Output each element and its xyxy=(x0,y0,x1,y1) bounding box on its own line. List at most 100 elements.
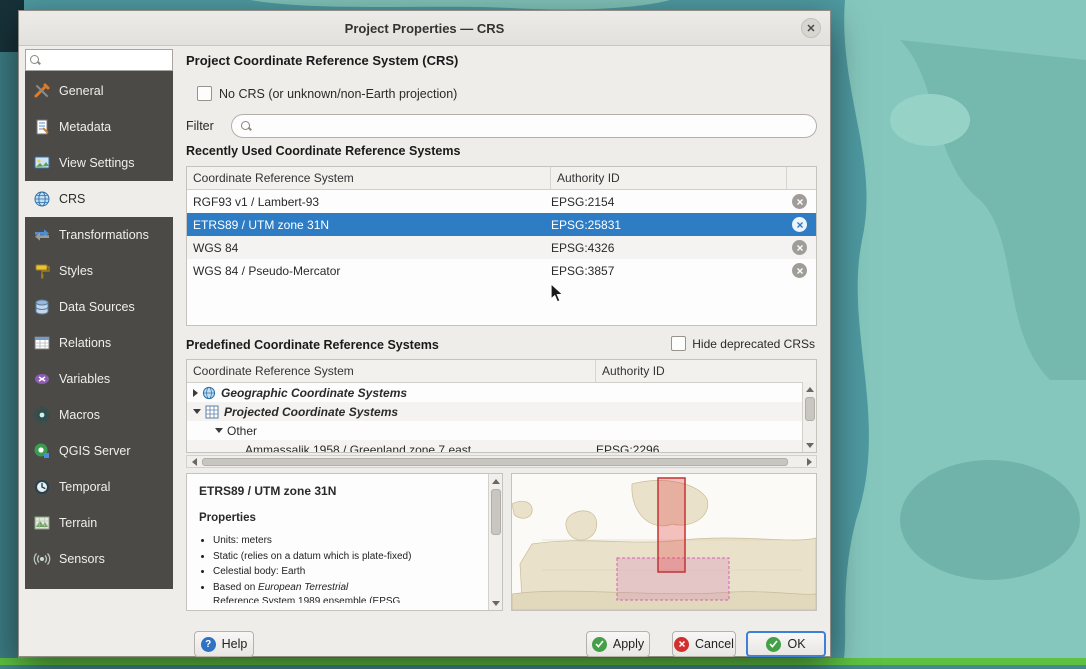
crs-authority: EPSG:25831 xyxy=(551,218,787,232)
close-icon[interactable]: ✕ xyxy=(801,18,821,38)
sidebar-search-box[interactable] xyxy=(25,49,173,71)
sidebar-item-relations[interactable]: Relations xyxy=(25,325,173,361)
sidebar-item-view-settings[interactable]: View Settings xyxy=(25,145,173,181)
recent-crs-row[interactable]: WGS 84 EPSG:4326 xyxy=(187,236,816,259)
check-icon xyxy=(592,637,607,652)
tree-row-crs-entry[interactable]: Ammassalik 1958 / Greenland zone 7 east … xyxy=(187,440,816,453)
terrain-icon xyxy=(33,514,51,532)
sidebar-item-label: Temporal xyxy=(59,480,110,494)
crs-authority: EPSG:3857 xyxy=(551,264,787,278)
crs-property-cropped: Reference System 1989 ensemble (EPSG xyxy=(213,596,502,603)
tree-group-label: Geographic Coordinate Systems xyxy=(221,386,407,400)
sidebar-item-label: CRS xyxy=(59,192,85,206)
no-crs-checkbox[interactable] xyxy=(197,86,212,101)
help-button-label: Help xyxy=(222,637,248,651)
scroll-right-arrow[interactable] xyxy=(802,456,816,467)
cancel-button-label: Cancel xyxy=(695,637,734,651)
page-title: Project Coordinate Reference System (CRS… xyxy=(186,53,458,68)
project-properties-dialog: Project Properties — CRS ✕ General Metad… xyxy=(18,10,831,657)
sidebar-item-styles[interactable]: Styles xyxy=(25,253,173,289)
filter-label: Filter xyxy=(186,119,231,133)
sidebar-item-transformations[interactable]: Transformations xyxy=(25,217,173,253)
remove-crs-icon[interactable] xyxy=(792,263,807,278)
sidebar-item-label: Terrain xyxy=(59,516,97,530)
predefined-vertical-scrollbar[interactable] xyxy=(802,382,816,452)
scroll-left-arrow[interactable] xyxy=(187,456,201,467)
table-icon xyxy=(33,334,51,352)
sidebar-item-label: General xyxy=(59,84,103,98)
crs-details-title: ETRS89 / UTM zone 31N xyxy=(199,484,502,498)
dialog-titlebar[interactable]: Project Properties — CRS ✕ xyxy=(19,11,830,46)
scroll-up-arrow[interactable] xyxy=(489,474,502,488)
scroll-down-arrow[interactable] xyxy=(803,438,816,452)
sidebar-item-terrain[interactable]: Terrain xyxy=(25,505,173,541)
sidebar-item-label: Styles xyxy=(59,264,93,278)
tree-subgroup-label: Other xyxy=(227,424,257,438)
scrollbar-thumb[interactable] xyxy=(202,458,788,466)
recent-crs-table: Coordinate Reference System Authority ID… xyxy=(186,166,817,326)
extent-map xyxy=(512,474,816,610)
sidebar-item-crs[interactable]: CRS xyxy=(25,181,173,217)
crs-name: WGS 84 / Pseudo-Mercator xyxy=(187,264,551,278)
clock-icon xyxy=(33,478,51,496)
sidebar-item-qgis-server[interactable]: QGIS Server xyxy=(25,433,173,469)
crs-authority: EPSG:2154 xyxy=(551,195,787,209)
recent-crs-row[interactable]: RGF93 v1 / Lambert-93 EPSG:2154 xyxy=(187,190,816,213)
crs-authority: EPSG:2296 xyxy=(596,443,659,454)
ok-button-label: OK xyxy=(787,637,805,651)
recent-crs-row[interactable]: WGS 84 / Pseudo-Mercator EPSG:3857 xyxy=(187,259,816,282)
ok-button[interactable]: OK xyxy=(746,631,826,657)
variables-icon xyxy=(33,370,51,388)
remove-crs-icon[interactable] xyxy=(792,240,807,255)
tree-row-geographic[interactable]: Geographic Coordinate Systems xyxy=(187,383,816,402)
scrollbar-thumb[interactable] xyxy=(491,489,501,535)
sidebar-item-general[interactable]: General xyxy=(25,73,173,109)
tree-row-other[interactable]: Other xyxy=(187,421,816,440)
mouse-cursor xyxy=(549,283,565,303)
crs-name: RGF93 v1 / Lambert-93 xyxy=(187,195,551,209)
sidebar-item-variables[interactable]: Variables xyxy=(25,361,173,397)
predefined-horizontal-scrollbar[interactable] xyxy=(186,455,817,468)
sidebar-item-macros[interactable]: Macros xyxy=(25,397,173,433)
column-header-crs[interactable]: Coordinate Reference System xyxy=(187,167,551,189)
arrows-icon xyxy=(33,226,51,244)
sidebar-item-label: QGIS Server xyxy=(59,444,131,458)
sidebar-item-sensors[interactable]: Sensors xyxy=(25,541,173,577)
scroll-up-arrow[interactable] xyxy=(803,382,816,396)
tree-group-label: Projected Coordinate Systems xyxy=(224,405,398,419)
chevron-down-icon[interactable] xyxy=(193,409,201,414)
chevron-right-icon[interactable] xyxy=(193,389,198,397)
crs-filter-box[interactable] xyxy=(231,114,817,138)
help-button[interactable]: ? Help xyxy=(194,631,254,657)
sidebar-item-label: Data Sources xyxy=(59,300,135,314)
details-vertical-scrollbar[interactable] xyxy=(488,474,502,610)
scroll-down-arrow[interactable] xyxy=(489,596,502,610)
hide-deprecated-checkbox[interactable] xyxy=(671,336,686,351)
crs-property: Based on European Terrestrial xyxy=(213,581,481,595)
sensor-icon xyxy=(33,550,51,568)
recent-crs-heading: Recently Used Coordinate Reference Syste… xyxy=(186,144,460,158)
sidebar-search-input[interactable] xyxy=(34,51,180,69)
sidebar-item-data-sources[interactable]: Data Sources xyxy=(25,289,173,325)
tree-row-projected[interactable]: Projected Coordinate Systems xyxy=(187,402,816,421)
no-crs-row: No CRS (or unknown/non-Earth projection) xyxy=(197,86,457,101)
column-header-authority[interactable]: Authority ID xyxy=(551,167,787,189)
sidebar-item-metadata[interactable]: Metadata xyxy=(25,109,173,145)
sidebar-item-label: Sensors xyxy=(59,552,105,566)
scrollbar-thumb[interactable] xyxy=(805,397,815,421)
remove-crs-icon[interactable] xyxy=(792,194,807,209)
chevron-down-icon[interactable] xyxy=(215,428,223,433)
image-icon xyxy=(33,154,51,172)
crs-name: ETRS89 / UTM zone 31N xyxy=(187,218,551,232)
recent-crs-row-selected[interactable]: ETRS89 / UTM zone 31N EPSG:25831 xyxy=(187,213,816,236)
apply-button[interactable]: Apply xyxy=(586,631,650,657)
hide-deprecated-row: Hide deprecated CRSs xyxy=(671,336,815,351)
sidebar-item-temporal[interactable]: Temporal xyxy=(25,469,173,505)
column-header-authority[interactable]: Authority ID xyxy=(596,360,804,382)
crs-authority: EPSG:4326 xyxy=(551,241,787,255)
remove-crs-icon[interactable] xyxy=(792,217,807,232)
crs-name: WGS 84 xyxy=(187,241,551,255)
crs-filter-input[interactable] xyxy=(258,116,816,136)
cancel-button[interactable]: Cancel xyxy=(672,631,736,657)
column-header-crs[interactable]: Coordinate Reference System xyxy=(187,360,596,382)
